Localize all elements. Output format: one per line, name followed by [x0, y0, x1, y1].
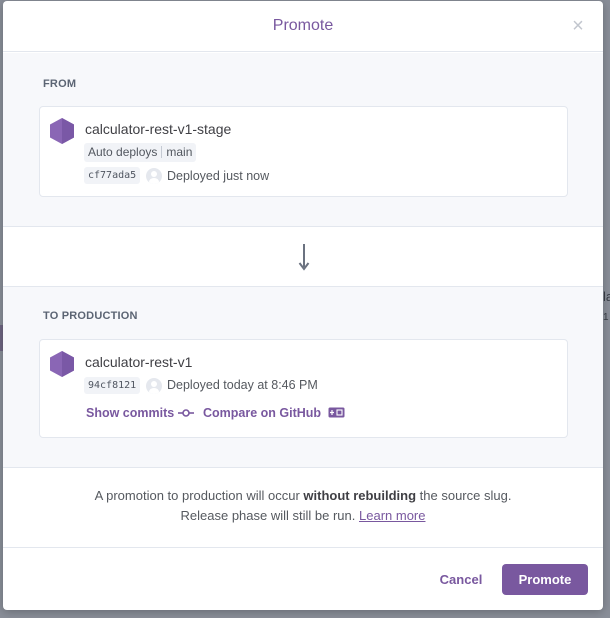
note-text: Release phase will still be run.: [180, 508, 359, 523]
avatar-icon: [146, 378, 162, 394]
note-text: the source slug.: [416, 488, 512, 503]
promote-modal: Promote × FROM calculator-rest-v1-stage …: [3, 1, 603, 610]
cancel-button[interactable]: Cancel: [431, 565, 491, 595]
note-line-2: Release phase will still be run. Learn m…: [3, 506, 603, 526]
background-text: la: [603, 289, 610, 304]
from-section: FROM calculator-rest-v1-stage Auto deplo…: [3, 53, 603, 227]
auto-deploys-badge: Auto deploys main: [84, 143, 197, 162]
modal-footer: Cancel Promote: [3, 547, 603, 610]
to-label: TO PRODUCTION: [43, 310, 138, 322]
from-app-name[interactable]: calculator-rest-v1-stage: [85, 121, 231, 137]
modal-title: Promote: [272, 17, 334, 34]
show-commits-label: Show commits: [86, 406, 175, 420]
learn-more-link[interactable]: Learn more: [359, 508, 425, 523]
note-line-1: A promotion to production will occur wit…: [3, 486, 603, 506]
to-section: TO PRODUCTION calculator-rest-v1 94cf812…: [3, 286, 603, 468]
promote-button[interactable]: Promote: [502, 564, 588, 595]
compare-label: Compare on GitHub: [203, 406, 322, 420]
app-hexagon-icon: [50, 118, 74, 144]
app-hexagon-icon: [50, 351, 74, 377]
background-text: 1: [603, 312, 609, 323]
divider: [161, 146, 163, 158]
avatar-icon: [146, 168, 162, 184]
commit-icon: [177, 409, 194, 417]
arrow-zone: [3, 228, 603, 286]
from-label: FROM: [43, 78, 77, 90]
github-compare-icon: [328, 407, 345, 418]
from-app-card: calculator-rest-v1-stage Auto deploys mai…: [39, 106, 568, 197]
deploy-status: Deployed just now: [167, 169, 270, 183]
show-commits-link[interactable]: Show commits: [86, 406, 194, 420]
to-app-name[interactable]: calculator-rest-v1: [85, 354, 192, 370]
auto-deploys-label: Auto deploys: [88, 145, 158, 159]
deploy-status: Deployed today at 8:46 PM: [167, 378, 318, 392]
modal-header: Promote ×: [3, 1, 603, 52]
commit-sha[interactable]: 94cf8121: [84, 377, 141, 394]
compare-on-github-link[interactable]: Compare on GitHub: [203, 406, 345, 420]
note-bold-text: without rebuilding: [303, 488, 417, 503]
note-text: A promotion to production will occur: [94, 488, 304, 503]
close-icon[interactable]: ×: [569, 16, 587, 36]
branch-name: main: [166, 145, 193, 159]
to-app-card: calculator-rest-v1 94cf8121 Deployed tod…: [39, 339, 568, 438]
promotion-note: A promotion to production will occur wit…: [3, 486, 603, 526]
arrow-down-icon: [298, 244, 310, 271]
commit-sha[interactable]: cf77ada5: [84, 167, 141, 184]
